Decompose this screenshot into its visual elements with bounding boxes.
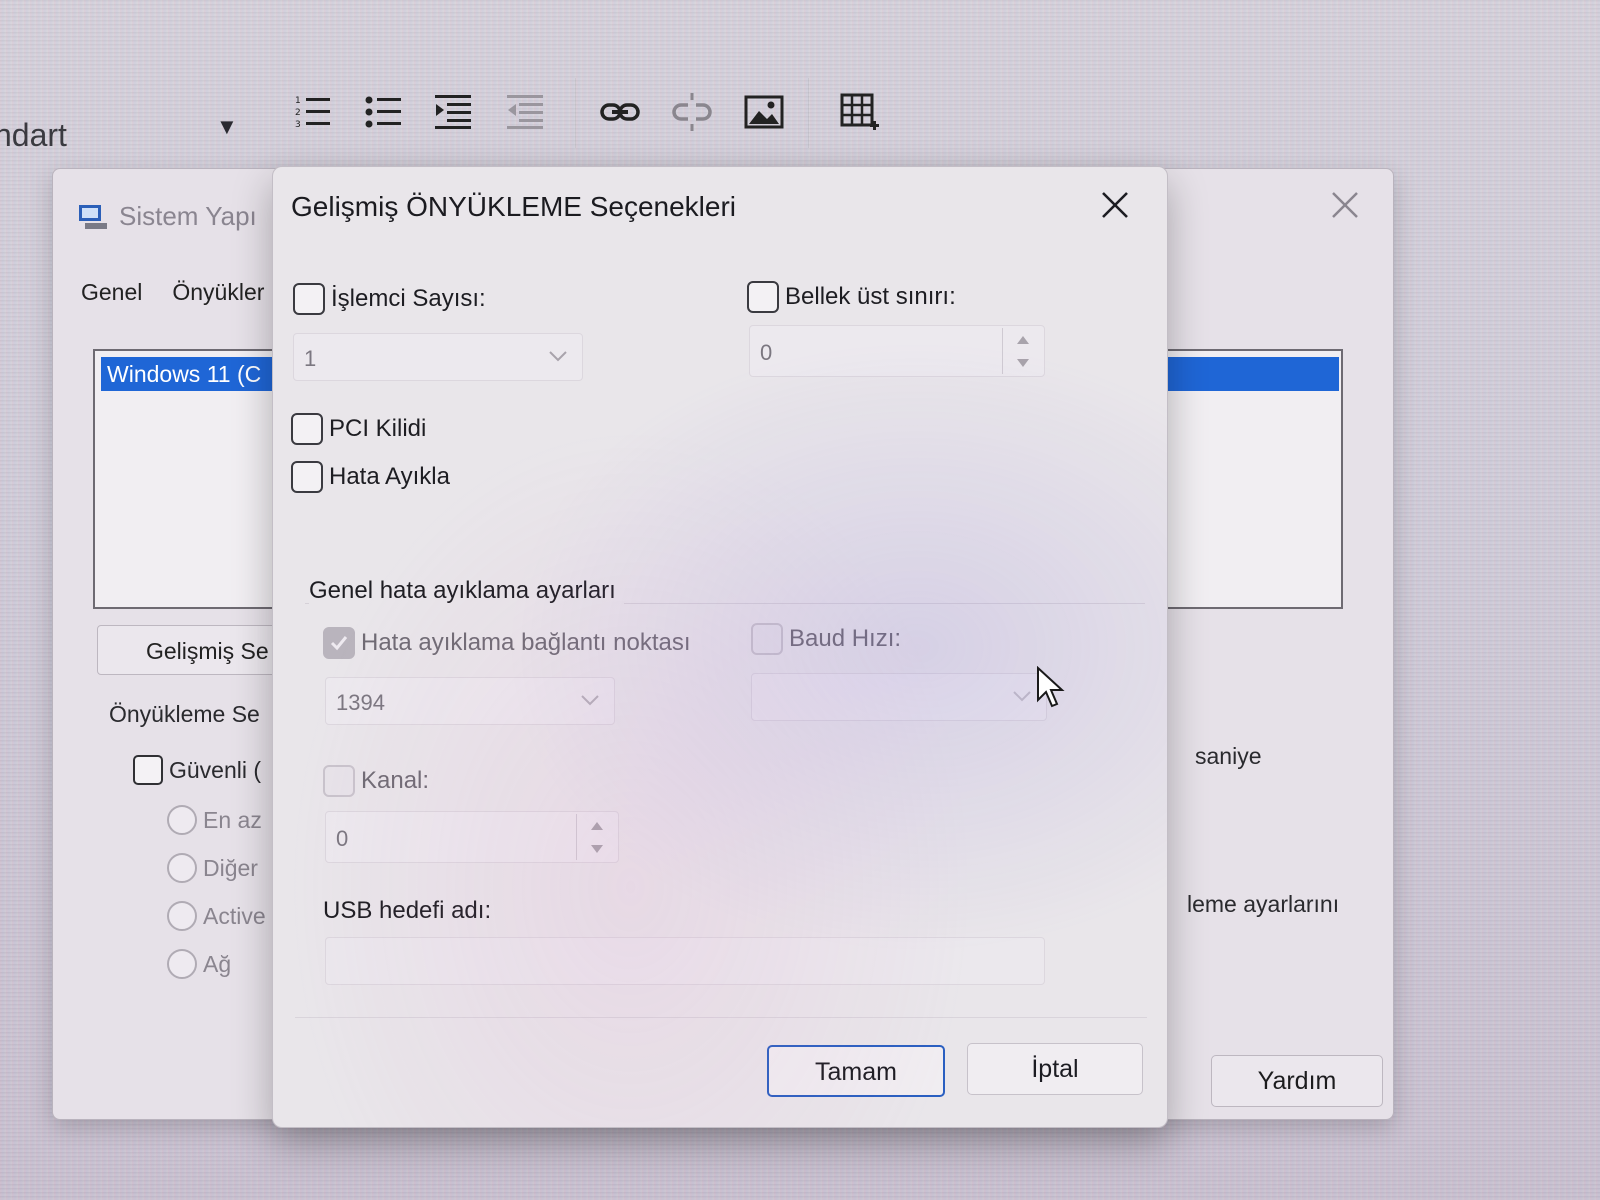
radio-network-label: Ağ [203, 951, 232, 977]
back-window-tabs: Genel Önyükler [81, 279, 264, 306]
back-window-title-text: Sistem Yapı [119, 200, 257, 231]
link-icon[interactable] [596, 88, 644, 136]
channel-checkbox[interactable] [323, 765, 355, 797]
timeout-unit-label: saniye [1195, 743, 1262, 769]
spin-down-icon[interactable] [590, 844, 604, 854]
pci-lock-label: PCI Kilidi [329, 415, 427, 442]
debug-port-label: Hata ayıklama bağlantı noktası [361, 629, 691, 656]
svg-text:2: 2 [295, 108, 301, 118]
safe-boot-checkbox[interactable] [133, 755, 163, 785]
max-memory-spinner[interactable]: 0 [749, 325, 1045, 377]
checkmark-icon [330, 636, 348, 651]
debug-port-checkbox[interactable] [323, 627, 355, 659]
global-debug-section-label: Genel hata ayıklama ayarları [309, 577, 624, 605]
channel-value: 0 [336, 826, 349, 851]
dropdown-arrow-icon[interactable]: ▼ [216, 114, 238, 140]
baud-rate-select[interactable] [751, 673, 1047, 721]
style-dropdown[interactable]: ndart ▼ [0, 110, 250, 160]
close-icon [1102, 192, 1128, 218]
tab-boot[interactable]: Önyükler [172, 279, 264, 306]
ok-button[interactable]: Tamam [767, 1045, 945, 1097]
debug-port-select[interactable]: 1394 [325, 677, 615, 725]
safe-boot-label: Güvenli ( [169, 757, 262, 783]
radio-alternate[interactable] [167, 853, 197, 883]
radio-network[interactable] [167, 949, 197, 979]
svg-text:3: 3 [295, 120, 301, 130]
processor-count-checkbox[interactable] [293, 283, 325, 315]
debug-checkbox[interactable] [291, 461, 323, 493]
cancel-button[interactable]: İptal [967, 1043, 1143, 1095]
max-memory-checkbox[interactable] [747, 281, 779, 313]
pci-lock-checkbox[interactable] [291, 413, 323, 445]
max-memory-label: Bellek üst sınırı: [785, 283, 956, 310]
back-window-title: Sistem Yapı [75, 199, 257, 233]
chevron-down-icon [1013, 691, 1031, 702]
channel-spinner[interactable]: 0 [325, 811, 619, 863]
numbered-list-icon[interactable]: 1 2 3 [290, 88, 338, 136]
back-close-icon[interactable] [1327, 187, 1363, 223]
radio-active-directory[interactable] [167, 901, 197, 931]
dialog-close-button[interactable] [1091, 181, 1139, 229]
debug-label: Hata Ayıkla [329, 463, 450, 490]
indent-icon[interactable] [430, 88, 478, 136]
editor-toolbar: ndart ▼ 1 2 3 [0, 70, 960, 160]
spin-up-icon[interactable] [590, 821, 604, 831]
processor-count-select[interactable]: 1 [293, 333, 583, 381]
table-icon[interactable] [836, 88, 884, 136]
tab-general[interactable]: Genel [81, 279, 142, 306]
toolbar-separator [808, 78, 809, 148]
mouse-cursor-icon [1037, 666, 1065, 708]
make-permanent-label: leme ayarlarını [1187, 891, 1340, 917]
outdent-icon[interactable] [502, 88, 550, 136]
max-memory-spin-arrows[interactable] [1002, 328, 1042, 374]
footer-divider [295, 1017, 1147, 1018]
usb-target-input[interactable] [325, 937, 1045, 985]
unlink-icon[interactable] [668, 88, 716, 136]
chevron-down-icon [549, 351, 567, 362]
radio-alternate-label: Diğer [203, 855, 258, 881]
debug-port-value: 1394 [336, 690, 385, 715]
advanced-boot-options-dialog: Gelişmiş ÖNYÜKLEME Seçenekleri İşlemci S… [272, 166, 1168, 1128]
radio-active-directory-label: Active [203, 903, 266, 929]
processor-count-label: İşlemci Sayısı: [331, 285, 486, 312]
max-memory-value: 0 [760, 340, 773, 365]
dialog-title: Gelişmiş ÖNYÜKLEME Seçenekleri [291, 191, 737, 222]
channel-label: Kanal: [361, 767, 430, 794]
baud-rate-checkbox[interactable] [751, 623, 783, 655]
processor-count-value: 1 [304, 346, 317, 371]
spin-up-icon[interactable] [1016, 335, 1030, 345]
svg-text:1: 1 [295, 96, 301, 106]
boot-options-label: Önyükleme Se [109, 701, 260, 727]
usb-target-label: USB hedefi adı: [323, 897, 492, 924]
help-button[interactable]: Yardım [1211, 1055, 1383, 1107]
toolbar-separator [575, 78, 576, 148]
style-dropdown-value: ndart [0, 116, 67, 153]
chevron-down-icon [581, 695, 599, 706]
channel-spin-arrows[interactable] [576, 814, 616, 860]
radio-minimal[interactable] [167, 805, 197, 835]
baud-rate-label: Baud Hızı: [789, 625, 902, 652]
bullet-list-icon[interactable] [360, 88, 408, 136]
spin-down-icon[interactable] [1016, 358, 1030, 368]
radio-minimal-label: En az [203, 807, 262, 833]
system-config-icon [79, 205, 107, 229]
image-icon[interactable] [740, 88, 788, 136]
